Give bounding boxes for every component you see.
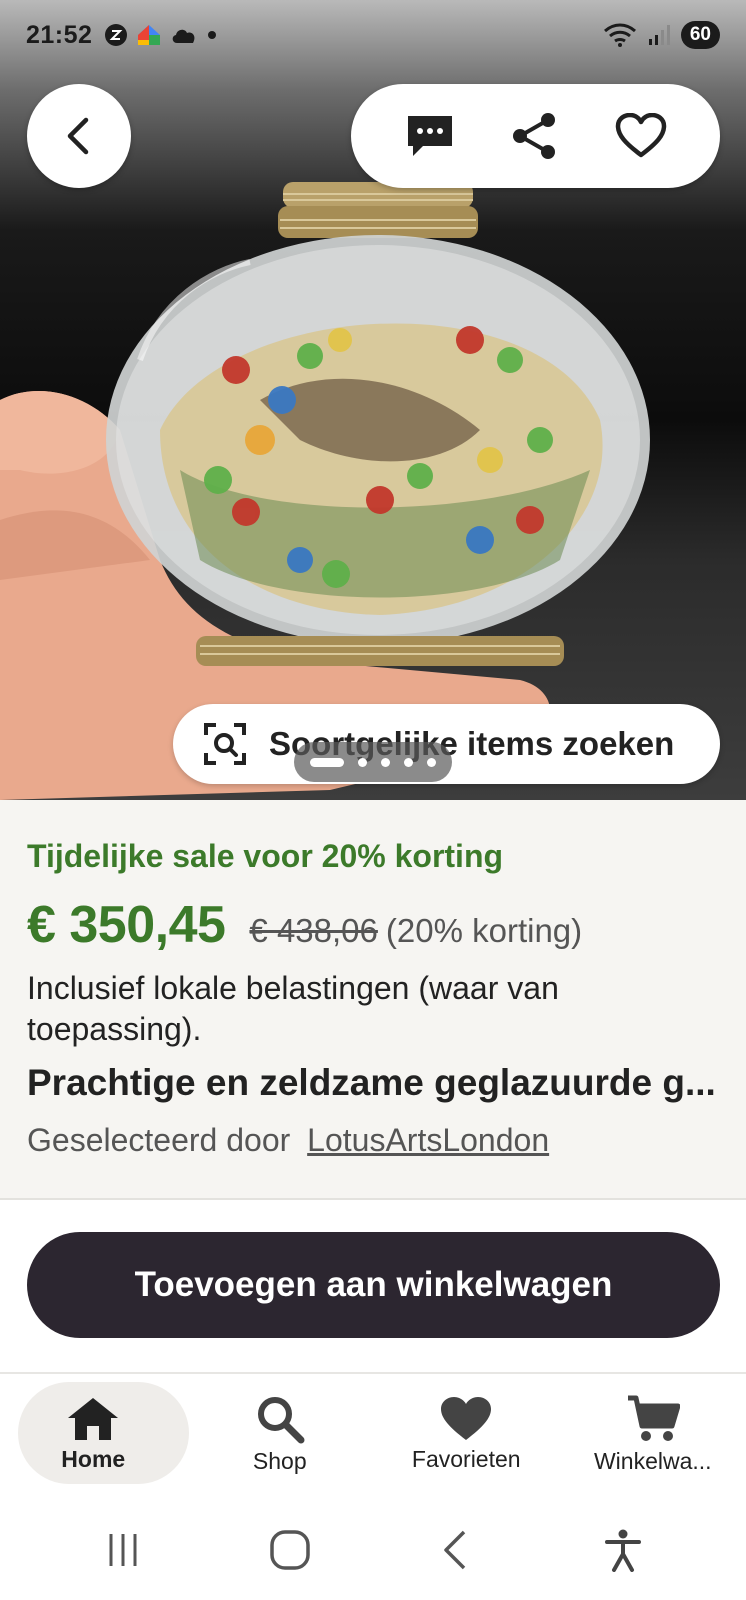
discount-label: (20% korting) — [385, 912, 583, 949]
recent-apps-icon — [109, 1534, 137, 1566]
carousel-dot — [381, 757, 390, 767]
home-circle-icon — [270, 1530, 310, 1570]
wifi-icon — [603, 23, 636, 47]
nav-cart[interactable]: Winkelwa... — [560, 1374, 746, 1490]
signal-icon — [648, 25, 670, 45]
sale-banner-text: Tijdelijke sale voor 20% korting — [27, 838, 504, 874]
bottom-navigation: Home Shop Favorieten Winkelwa... — [0, 1372, 746, 1490]
heart-outline-icon — [615, 113, 667, 158]
search-icon — [257, 1396, 305, 1443]
original-price: € 438,06 — [249, 912, 378, 949]
seller-link[interactable]: LotusArtsLondon — [307, 1122, 549, 1158]
share-button[interactable] — [507, 108, 563, 164]
status-icons-left — [104, 23, 218, 47]
app-notification-icon — [105, 24, 128, 46]
cloud-icon — [173, 29, 195, 43]
nav-home-label: Home — [61, 1445, 126, 1472]
nav-favorites-label: Favorieten — [411, 1445, 521, 1472]
nav-cart-label: Winkelwa... — [593, 1447, 712, 1474]
message-seller-button[interactable] — [402, 108, 458, 164]
system-navigation-bar — [0, 1500, 746, 1600]
status-bar: 21:52 60 — [0, 0, 746, 70]
status-time: 21:52 — [26, 20, 93, 49]
current-price: € 350,45 — [27, 896, 226, 954]
back-arrow-icon — [444, 1530, 466, 1570]
divider — [0, 1198, 746, 1200]
cart-icon — [627, 1395, 680, 1441]
seller-line: Geselecteerd door LotusArtsLondon — [27, 1122, 549, 1159]
add-to-cart-button[interactable]: Toevoegen aan winkelwagen — [27, 1232, 720, 1338]
visual-search-icon — [204, 723, 246, 765]
carousel-dot — [427, 757, 436, 767]
nav-favorites[interactable]: Favorieten — [373, 1374, 560, 1490]
dot-icon — [208, 31, 217, 39]
carousel-dot — [404, 757, 413, 767]
recent-apps-button[interactable] — [93, 1520, 153, 1580]
nav-home[interactable]: Home — [0, 1374, 189, 1490]
screen: 21:52 60 Soortgelijke items zoeken Tijde… — [0, 0, 746, 1600]
product-image-carousel[interactable]: 21:52 60 Soortgelijke items zoeken — [0, 0, 746, 800]
carousel-dot — [358, 757, 367, 767]
accessibility-icon — [604, 1529, 641, 1572]
carousel-indicator — [294, 742, 452, 782]
back-button[interactable] — [27, 84, 131, 188]
product-title[interactable]: Prachtige en zeldzame geglazuurde g... — [27, 1062, 717, 1104]
home-icon — [68, 1397, 119, 1440]
battery-indicator: 60 — [680, 21, 720, 49]
carousel-dot-active — [310, 757, 344, 767]
chat-icon — [407, 116, 452, 156]
google-home-icon — [138, 25, 161, 45]
nav-shop-label: Shop — [252, 1447, 307, 1474]
system-back-button[interactable] — [426, 1520, 486, 1580]
seller-prefix: Geselecteerd door — [27, 1122, 291, 1158]
share-icon — [513, 113, 556, 159]
accessibility-button[interactable] — [593, 1520, 653, 1580]
heart-icon — [441, 1396, 492, 1440]
chevron-left-icon — [67, 117, 89, 155]
favorite-button[interactable] — [613, 108, 669, 164]
product-actions — [351, 84, 720, 188]
status-icons-right: 60 — [603, 21, 720, 49]
nav-shop[interactable]: Shop — [187, 1374, 374, 1490]
home-system-button[interactable] — [260, 1520, 320, 1580]
tax-note: Inclusief lokale belastingen (waar van t… — [27, 970, 559, 1047]
price-row: € 350,45 € 438,06 (20% korting) — [27, 895, 582, 955]
